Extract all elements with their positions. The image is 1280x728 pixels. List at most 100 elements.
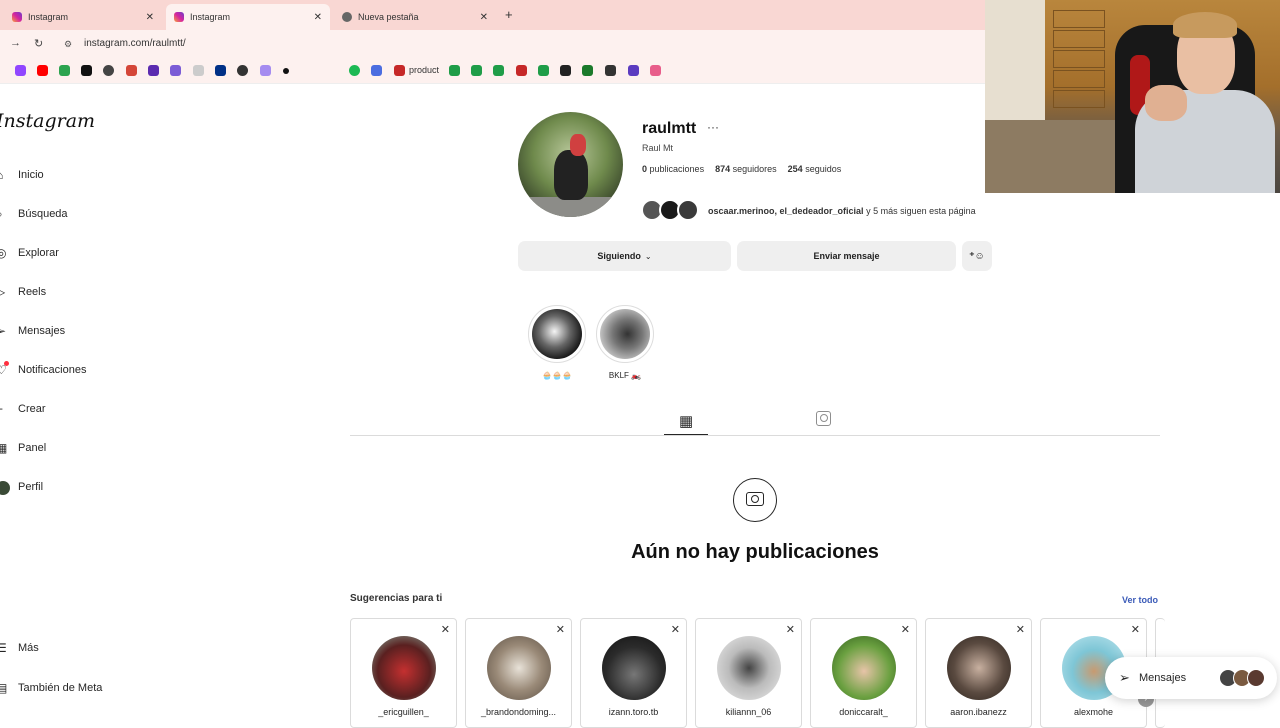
- browser-tab-active[interactable]: Instagram ✕: [166, 4, 330, 30]
- suggestion-card[interactable]: ✕ kiliannn_06: [695, 618, 802, 728]
- sidebar-item-mas[interactable]: Más: [18, 642, 39, 654]
- see-all-link[interactable]: Ver todo: [1122, 595, 1158, 605]
- suggestion-username[interactable]: izann.toro.tb: [581, 707, 686, 717]
- avatar[interactable]: [487, 636, 551, 700]
- reels-icon[interactable]: ▷: [0, 285, 5, 299]
- sidebar-item-panel[interactable]: Panel: [18, 442, 46, 454]
- sidebar-item-meta[interactable]: También de Meta: [18, 682, 102, 694]
- suggestion-card[interactable]: ✕ izann.toro.tb: [580, 618, 687, 728]
- close-tab-icon[interactable]: ✕: [314, 12, 322, 23]
- bookmark-label[interactable]: product: [409, 65, 439, 75]
- whatsapp-icon[interactable]: [237, 65, 248, 76]
- suggestion-card[interactable]: ✕ _ericguillen_: [350, 618, 457, 728]
- home-icon[interactable]: ⌂: [0, 168, 3, 182]
- meta-icon[interactable]: ▤: [0, 681, 7, 695]
- bookmark-icon[interactable]: [516, 65, 527, 76]
- sheets-icon[interactable]: [449, 65, 460, 76]
- bookmark-icon[interactable]: [260, 65, 271, 76]
- sidebar-item-perfil[interactable]: Perfil: [18, 481, 43, 493]
- dismiss-icon[interactable]: ✕: [1131, 623, 1140, 636]
- sidebar-item-mensajes[interactable]: Mensajes: [18, 325, 65, 337]
- send-icon[interactable]: ➢: [0, 324, 6, 338]
- sidebar-item-busqueda[interactable]: Búsqueda: [18, 208, 68, 220]
- add-user-button[interactable]: ⁺☺: [962, 241, 992, 271]
- paypal-icon[interactable]: [215, 65, 226, 76]
- suggestion-card[interactable]: ✕ doniccaralt_: [810, 618, 917, 728]
- suggestion-username[interactable]: aaron.ibanezz: [926, 707, 1031, 717]
- avatar-icon[interactable]: [0, 481, 10, 495]
- bookmark-icon[interactable]: [193, 65, 204, 76]
- gmail-icon[interactable]: [126, 65, 137, 76]
- bookmark-icon[interactable]: [628, 65, 639, 76]
- browser-tab[interactable]: Nueva pestaña ✕: [334, 4, 496, 30]
- sheets-icon[interactable]: [538, 65, 549, 76]
- tagged-icon[interactable]: [816, 411, 831, 426]
- bookmark-icon[interactable]: [605, 65, 616, 76]
- new-tab-button[interactable]: +: [505, 7, 513, 22]
- search-icon[interactable]: ⌕: [0, 207, 3, 222]
- play-icon[interactable]: [371, 65, 382, 76]
- avatar[interactable]: [832, 636, 896, 700]
- bookmark-icon[interactable]: [560, 65, 571, 76]
- threads-icon[interactable]: [103, 65, 114, 76]
- instagram-logo[interactable]: Instagram: [0, 110, 95, 132]
- suggestion-username[interactable]: alexmohe: [1041, 707, 1146, 717]
- suggestion-card[interactable]: ✕ _brandondoming...: [465, 618, 572, 728]
- sheets-icon[interactable]: [471, 65, 482, 76]
- bookmark-icon[interactable]: [148, 65, 159, 76]
- suggestion-card[interactable]: ✕ aaron.ibanezz: [925, 618, 1032, 728]
- url-field[interactable]: instagram.com/raulmtt/: [84, 38, 186, 49]
- options-icon[interactable]: ···: [707, 120, 719, 134]
- avatar[interactable]: [372, 636, 436, 700]
- menu-icon[interactable]: ☰: [0, 641, 7, 655]
- sheets-icon[interactable]: [493, 65, 504, 76]
- avatar[interactable]: [717, 636, 781, 700]
- dashboard-icon[interactable]: ▦: [0, 441, 7, 455]
- followers-stat[interactable]: 874 seguidores: [715, 164, 777, 174]
- compass-icon[interactable]: ◎: [0, 246, 6, 260]
- dismiss-icon[interactable]: ✕: [786, 623, 795, 636]
- dismiss-icon[interactable]: ✕: [671, 623, 680, 636]
- plus-icon[interactable]: +: [0, 402, 3, 416]
- dismiss-icon[interactable]: ✕: [556, 623, 565, 636]
- sidebar-item-explorar[interactable]: Explorar: [18, 247, 59, 259]
- sidebar-item-notificaciones[interactable]: Notificaciones: [18, 364, 86, 376]
- highlight-2[interactable]: [596, 305, 654, 363]
- dismiss-icon[interactable]: ✕: [901, 623, 910, 636]
- sidebar-item-inicio[interactable]: Inicio: [18, 169, 44, 181]
- site-info-icon[interactable]: ⚙: [64, 39, 72, 50]
- spotify-icon[interactable]: [349, 65, 360, 76]
- following-stat[interactable]: 254 seguidos: [788, 164, 842, 174]
- dismiss-icon[interactable]: ✕: [1016, 623, 1025, 636]
- highlight-1[interactable]: [528, 305, 586, 363]
- dismiss-icon[interactable]: ✕: [441, 623, 450, 636]
- bookmark-icon[interactable]: [650, 65, 661, 76]
- close-tab-icon[interactable]: ✕: [480, 12, 488, 23]
- avatar[interactable]: [602, 636, 666, 700]
- suggestion-username[interactable]: _brandondoming...: [466, 707, 571, 717]
- tiktok-icon[interactable]: [81, 65, 92, 76]
- reload-icon[interactable]: ↻: [34, 37, 43, 50]
- suggestion-username[interactable]: _ericguillen_: [351, 707, 456, 717]
- browser-tab[interactable]: Instagram ✕: [4, 4, 162, 30]
- sidebar-item-reels[interactable]: Reels: [18, 286, 46, 298]
- bookmark-icon[interactable]: [170, 65, 181, 76]
- forward-icon[interactable]: →: [10, 37, 21, 49]
- close-tab-icon[interactable]: ✕: [146, 12, 154, 23]
- bookmark-icon[interactable]: [394, 65, 405, 76]
- mutual-followers-avatars[interactable]: [641, 199, 705, 221]
- suggestion-username[interactable]: kiliannn_06: [696, 707, 801, 717]
- mutual-followers-text[interactable]: oscaar.merinoo, el_dedeador_oficial y 5 …: [708, 206, 976, 216]
- bookmark-icon[interactable]: [59, 65, 70, 76]
- suggestion-username[interactable]: doniccaralt_: [811, 707, 916, 717]
- following-button[interactable]: Siguiendo ⌄: [518, 241, 731, 271]
- profile-avatar[interactable]: [518, 112, 623, 217]
- grid-icon[interactable]: ▦: [679, 412, 693, 430]
- sidebar-item-crear[interactable]: Crear: [18, 403, 46, 415]
- avatar[interactable]: [947, 636, 1011, 700]
- youtube-icon[interactable]: [37, 65, 48, 76]
- send-message-button[interactable]: Enviar mensaje: [737, 241, 956, 271]
- twitch-icon[interactable]: [15, 65, 26, 76]
- messages-pill[interactable]: ➢ Mensajes: [1105, 657, 1277, 699]
- bookmark-icon[interactable]: [283, 68, 289, 74]
